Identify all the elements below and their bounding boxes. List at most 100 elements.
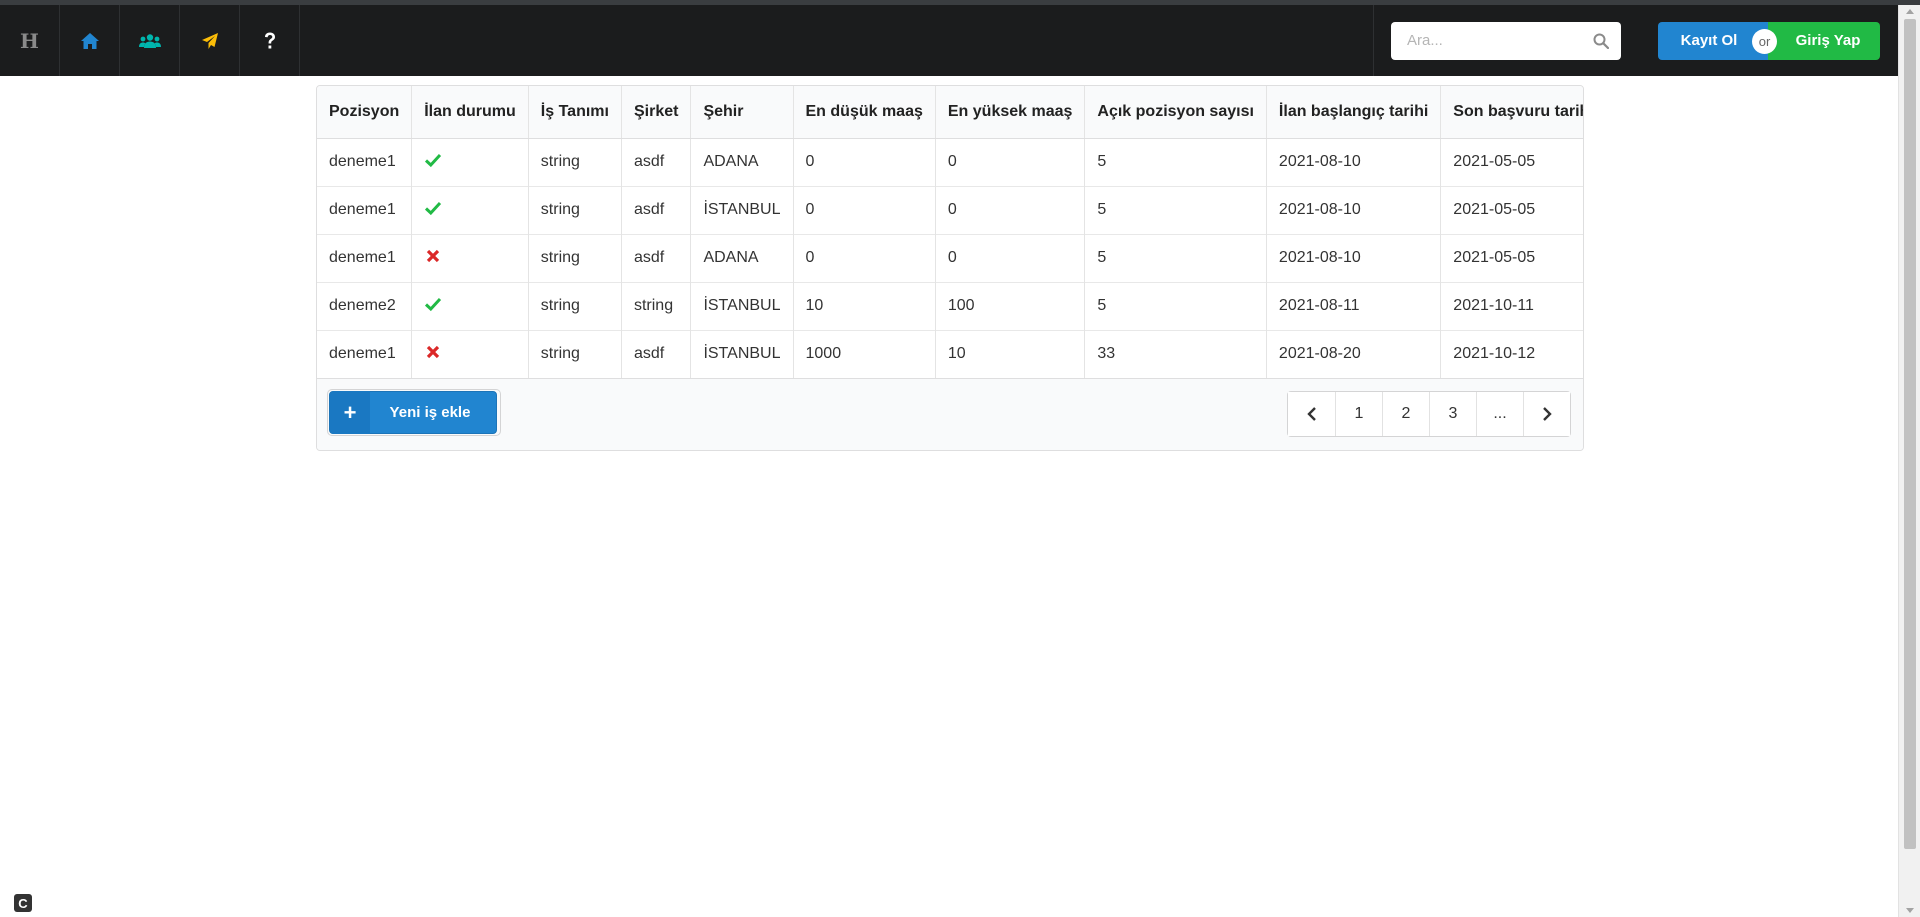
pagination-page-3[interactable]: 3 [1429,392,1476,436]
check-icon [425,153,442,167]
check-icon [425,201,442,215]
header-start-date[interactable]: İlan başlangıç tarihi [1265,86,1441,139]
header-min-salary[interactable]: En düşük maaş [792,86,936,139]
cell-max-salary: 0 [934,233,1085,282]
cell-max-salary: 0 [934,185,1085,234]
pagination-prev[interactable] [1288,392,1335,436]
check-icon [425,297,442,311]
cell-open-positions: 5 [1084,138,1267,186]
cell-status [411,233,529,282]
cell-start-date: 2021-08-10 [1265,138,1441,186]
table-row[interactable]: deneme1 string asdf İSTANBUL 0 0 5 2021-08-10 20… [317,185,1583,234]
cell-min-salary: 0 [792,185,936,234]
cell-deadline: 2021-05-05 [1440,233,1583,282]
header-is-tanimi[interactable]: İş Tanımı [527,86,622,139]
table-header-row: Pozisyon İlan durumu İş Tanımı Şirket Şe… [317,86,1583,139]
add-job-button[interactable]: + Yeni iş ekle [329,391,497,434]
nav-users[interactable] [120,5,180,76]
cell-min-salary: 10 [792,281,936,330]
cell-max-salary: 10 [934,329,1085,378]
cell-is-tanimi: string [527,233,622,282]
cell-status [411,281,529,330]
header-deadline[interactable]: Son başvuru tarihi [1440,86,1583,139]
chevron-right-icon [1543,407,1552,421]
cell-open-positions: 5 [1084,281,1267,330]
table-row[interactable]: deneme1 string asdf İSTANBUL 1000 10 33 2021-08… [317,329,1583,378]
or-divider: or [1752,28,1777,54]
table-row[interactable]: deneme1 string asdf ADANA 0 0 5 2021-08-10 2021-… [317,138,1583,186]
cell-deadline: 2021-10-12 [1440,329,1583,378]
table-footer: + Yeni iş ekle 1 2 3 ... [317,378,1583,450]
header-open-positions[interactable]: Açık pozisyon sayısı [1084,86,1267,139]
cell-pozisyon: deneme1 [317,233,412,282]
vertical-scrollbar[interactable] [1898,5,1920,917]
cell-is-tanimi: string [527,281,622,330]
cell-start-date: 2021-08-11 [1265,281,1441,330]
paper-plane-icon [201,32,218,49]
cell-open-positions: 33 [1084,329,1267,378]
users-icon [138,33,161,48]
add-job-label: Yeni iş ekle [389,404,471,421]
chevron-left-icon [1306,407,1316,421]
header-ilan-durumu[interactable]: İlan durumu [411,86,529,139]
cell-open-positions: 5 [1084,185,1267,234]
top-navbar: H Kayıt Ol or Giriş Yap [0,5,1898,76]
cell-start-date: 2021-08-10 [1265,185,1441,234]
cell-sehir: ADANA [690,138,793,186]
cell-is-tanimi: string [527,329,622,378]
cell-start-date: 2021-08-10 [1265,233,1441,282]
cell-status [411,138,529,186]
navbar-right-section: Kayıt Ol or Giriş Yap [1373,5,1898,76]
header-max-salary[interactable]: En yüksek maaş [934,86,1085,139]
nav-help[interactable] [240,5,300,76]
cell-deadline: 2021-05-05 [1440,138,1583,186]
plus-icon: + [330,391,370,434]
cell-pozisyon: deneme1 [329,153,396,170]
cell-min-salary: 0 [792,138,936,186]
cell-status [411,185,529,234]
cell-max-salary: 100 [934,281,1085,330]
auth-button-group: Kayıt Ol or Giriş Yap [1658,21,1880,60]
search-box [1391,21,1621,60]
cell-min-salary: 1000 [792,329,936,378]
nav-send[interactable] [180,5,240,76]
search-icon[interactable] [1593,33,1609,49]
header-pozisyon[interactable]: Pozisyon [317,86,412,139]
cell-sirket: asdf [620,185,691,234]
cross-icon [427,345,440,358]
nav-home[interactable] [60,5,120,76]
cell-start-date: 2021-08-20 [1265,329,1441,378]
cell-sirket: asdf [620,329,691,378]
cell-sehir: İSTANBUL [690,281,793,330]
scroll-up-arrow[interactable] [1906,9,1914,14]
scroll-down-arrow[interactable] [1906,908,1914,913]
cell-pozisyon: deneme1 [317,329,412,378]
cell-open-positions: 5 [1084,233,1267,282]
corner-badge-icon[interactable]: C [14,894,32,912]
cell-sehir: İSTANBUL [690,185,793,234]
table-row[interactable]: deneme2 string string İSTANBUL 10 100 5 2021-08… [317,281,1583,330]
pagination-page-1[interactable]: 1 [1335,392,1382,436]
brand-logo[interactable]: H [0,5,60,76]
cell-status [411,329,529,378]
cell-sehir: ADANA [690,233,793,282]
pagination-page-2[interactable]: 2 [1382,392,1429,436]
home-icon [80,32,99,49]
cell-max-salary: 0 [934,138,1085,186]
cell-is-tanimi: string [527,138,622,186]
cell-sirket: string [620,281,691,330]
header-sehir[interactable]: Şehir [690,86,793,139]
pagination-next[interactable] [1523,392,1570,436]
job-postings-table: Pozisyon İlan durumu İş Tanımı Şirket Şe… [316,85,1584,451]
pagination-ellipsis[interactable]: ... [1476,392,1523,436]
table-row[interactable]: deneme1 string asdf ADANA 0 0 5 2021-08-10 2021-… [317,233,1583,282]
cell-sirket: asdf [620,138,691,186]
cell-is-tanimi: string [527,185,622,234]
header-sirket[interactable]: Şirket [620,86,691,139]
cross-icon [427,249,440,262]
search-input[interactable] [1407,32,1593,49]
login-button[interactable]: Giriş Yap [1768,21,1880,60]
pagination: 1 2 3 ... [1287,391,1571,437]
scrollbar-thumb[interactable] [1904,19,1916,849]
cell-sirket: asdf [620,233,691,282]
